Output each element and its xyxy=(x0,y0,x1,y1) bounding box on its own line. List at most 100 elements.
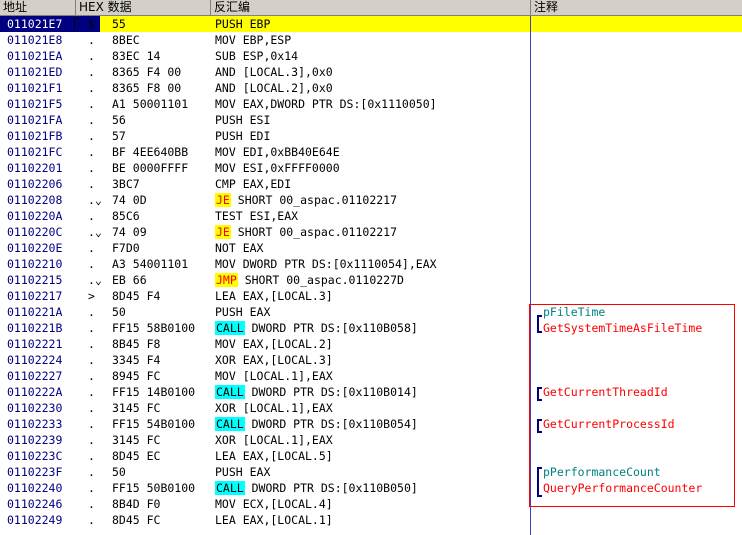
row-hex-bytes[interactable]: 3145 FC xyxy=(112,400,212,416)
row-disassembly[interactable]: NOT EAX xyxy=(215,240,530,256)
row-address[interactable]: 011021FA xyxy=(0,112,100,128)
row-comment[interactable] xyxy=(535,112,742,128)
row-hex-bytes[interactable]: A1 50001101 xyxy=(112,96,212,112)
table-row[interactable]: 01102206. 3BC7 CMP EAX,EDI xyxy=(0,176,742,192)
row-disassembly[interactable]: PUSH EAX xyxy=(215,464,530,480)
row-disassembly[interactable]: MOV ECX,[LOCAL.4] xyxy=(215,496,530,512)
row-address[interactable]: 01102208 xyxy=(0,192,100,208)
table-row[interactable]: 011021F5. A1 50001101 MOV EAX,DWORD PTR DS… xyxy=(0,96,742,112)
row-disassembly[interactable]: PUSH EAX xyxy=(215,304,530,320)
row-address[interactable]: 011021F1 xyxy=(0,80,100,96)
row-hex-bytes[interactable]: 56 xyxy=(112,112,212,128)
row-address[interactable]: 0110222A xyxy=(0,384,100,400)
row-hex-bytes[interactable]: FF15 50B0100 xyxy=(112,480,212,496)
row-hex-bytes[interactable]: 8D45 EC xyxy=(112,448,212,464)
row-disassembly[interactable]: AND [LOCAL.2],0x0 xyxy=(215,80,530,96)
table-row[interactable]: 011021E8. 8BEC MOV EBP,ESP xyxy=(0,32,742,48)
table-row[interactable]: 01102249. 8D45 FC LEA EAX,[LOCAL.1] xyxy=(0,512,742,528)
row-comment[interactable] xyxy=(535,192,742,208)
row-disassembly[interactable]: CALL DWORD PTR DS:[0x110B014] xyxy=(215,384,530,400)
row-address[interactable]: 011021FC xyxy=(0,144,100,160)
row-hex-bytes[interactable]: 55 xyxy=(112,16,212,32)
row-address[interactable]: 0110223C xyxy=(0,448,100,464)
row-hex-bytes[interactable]: 57 xyxy=(112,128,212,144)
row-address[interactable]: 0110220E xyxy=(0,240,100,256)
row-hex-bytes[interactable]: FF15 54B0100 xyxy=(112,416,212,432)
row-hex-bytes[interactable]: 8945 FC xyxy=(112,368,212,384)
row-hex-bytes[interactable]: 85C6 xyxy=(112,208,212,224)
row-address[interactable]: 01102221 xyxy=(0,336,100,352)
row-address[interactable]: 01102230 xyxy=(0,400,100,416)
row-disassembly[interactable]: MOV EDI,0xBB40E64E xyxy=(215,144,530,160)
row-disassembly[interactable]: JE SHORT 00_aspac.01102217 xyxy=(215,192,530,208)
row-address[interactable]: 0110223F xyxy=(0,464,100,480)
row-hex-bytes[interactable]: 8BEC xyxy=(112,32,212,48)
row-address[interactable]: 011021ED xyxy=(0,64,100,80)
row-disassembly[interactable]: JE SHORT 00_aspac.01102217 xyxy=(215,224,530,240)
row-address[interactable]: 011021FB xyxy=(0,128,100,144)
row-hex-bytes[interactable]: BF 4EE640BB xyxy=(112,144,212,160)
table-row[interactable]: 0110220A. 85C6 TEST ESI,EAX xyxy=(0,208,742,224)
row-address[interactable]: 01102201 xyxy=(0,160,100,176)
table-row[interactable]: 011021FA. 56 PUSH ESI xyxy=(0,112,742,128)
row-address[interactable]: 01102239 xyxy=(0,432,100,448)
row-address[interactable]: 01102206 xyxy=(0,176,100,192)
row-disassembly[interactable]: CALL DWORD PTR DS:[0x110B050] xyxy=(215,480,530,496)
row-hex-bytes[interactable]: 50 xyxy=(112,464,212,480)
row-comment[interactable] xyxy=(535,224,742,240)
row-address[interactable]: 011021E8 xyxy=(0,32,100,48)
row-address[interactable]: 0110220C xyxy=(0,224,100,240)
row-disassembly[interactable]: MOV EAX,DWORD PTR DS:[0x1110050] xyxy=(215,96,530,112)
table-row[interactable]: 01102201. BE 0000FFFF MOV ESI,0xFFFF0000 xyxy=(0,160,742,176)
column-header-hex[interactable]: HEX 数据 xyxy=(76,0,211,15)
row-address[interactable]: 01102215 xyxy=(0,272,100,288)
row-comment[interactable] xyxy=(535,512,742,528)
row-hex-bytes[interactable]: FF15 58B0100 xyxy=(112,320,212,336)
table-row[interactable]: 011021E7 $55 PUSH EBP xyxy=(0,16,742,32)
row-disassembly[interactable]: MOV EAX,[LOCAL.2] xyxy=(215,336,530,352)
row-comment[interactable] xyxy=(535,160,742,176)
table-row[interactable]: 011021EA. 83EC 14 SUB ESP,0x14 xyxy=(0,48,742,64)
table-row[interactable]: 01102215 .⌄ EB 66 JMP SHORT 00_aspac.011022… xyxy=(0,272,742,288)
row-disassembly[interactable]: XOR [LOCAL.1],EAX xyxy=(215,400,530,416)
row-hex-bytes[interactable]: 74 0D xyxy=(112,192,212,208)
row-disassembly[interactable]: AND [LOCAL.3],0x0 xyxy=(215,64,530,80)
column-header-comment[interactable]: 注释 xyxy=(531,0,742,15)
row-comment[interactable] xyxy=(535,144,742,160)
row-address[interactable]: 01102246 xyxy=(0,496,100,512)
row-comment[interactable] xyxy=(535,64,742,80)
row-address[interactable]: 01102240 xyxy=(0,480,100,496)
row-hex-bytes[interactable]: EB 66 xyxy=(112,272,212,288)
row-hex-bytes[interactable]: 74 09 xyxy=(112,224,212,240)
row-hex-bytes[interactable]: 3BC7 xyxy=(112,176,212,192)
table-row[interactable]: 011021F1. 8365 F8 00 AND [LOCAL.2],0x0 xyxy=(0,80,742,96)
row-comment[interactable] xyxy=(535,240,742,256)
row-disassembly[interactable]: PUSH EDI xyxy=(215,128,530,144)
row-hex-bytes[interactable]: 8D45 F4 xyxy=(112,288,212,304)
row-address[interactable]: 01102217 xyxy=(0,288,100,304)
row-address[interactable]: 011021F5 xyxy=(0,96,100,112)
row-hex-bytes[interactable]: 83EC 14 xyxy=(112,48,212,64)
row-disassembly[interactable]: MOV DWORD PTR DS:[0x1110054],EAX xyxy=(215,256,530,272)
row-hex-bytes[interactable]: 8B45 F8 xyxy=(112,336,212,352)
row-comment[interactable] xyxy=(535,256,742,272)
row-hex-bytes[interactable]: A3 54001101 xyxy=(112,256,212,272)
table-row[interactable]: 011021FC. BF 4EE640BB MOV EDI,0xBB40E64E xyxy=(0,144,742,160)
row-disassembly[interactable]: CMP EAX,EDI xyxy=(215,176,530,192)
row-disassembly[interactable]: CALL DWORD PTR DS:[0x110B054] xyxy=(215,416,530,432)
row-disassembly[interactable]: CALL DWORD PTR DS:[0x110B058] xyxy=(215,320,530,336)
row-disassembly[interactable]: LEA EAX,[LOCAL.3] xyxy=(215,288,530,304)
row-address[interactable]: 011021E7 xyxy=(0,16,100,32)
row-comment[interactable] xyxy=(535,80,742,96)
row-disassembly[interactable]: MOV ESI,0xFFFF0000 xyxy=(215,160,530,176)
row-disassembly[interactable]: PUSH ESI xyxy=(215,112,530,128)
row-comment[interactable] xyxy=(535,272,742,288)
row-hex-bytes[interactable]: 3145 FC xyxy=(112,432,212,448)
row-hex-bytes[interactable]: 8365 F8 00 xyxy=(112,80,212,96)
row-hex-bytes[interactable]: FF15 14B0100 xyxy=(112,384,212,400)
row-disassembly[interactable]: JMP SHORT 00_aspac.0110227D xyxy=(215,272,530,288)
row-comment[interactable] xyxy=(535,128,742,144)
row-disassembly[interactable]: TEST ESI,EAX xyxy=(215,208,530,224)
row-address[interactable]: 011021EA xyxy=(0,48,100,64)
column-header-address[interactable]: 地址 xyxy=(0,0,76,15)
